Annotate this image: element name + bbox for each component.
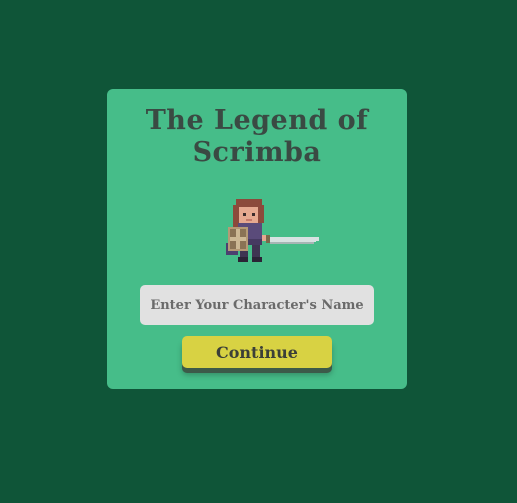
character-name-input[interactable]	[140, 285, 374, 325]
hero-sprite-icon	[226, 199, 319, 262]
continue-button[interactable]: Continue	[182, 336, 332, 368]
character-card: The Legend of Scrimba Continue	[107, 89, 407, 389]
game-title: The Legend of Scrimba	[145, 105, 369, 168]
